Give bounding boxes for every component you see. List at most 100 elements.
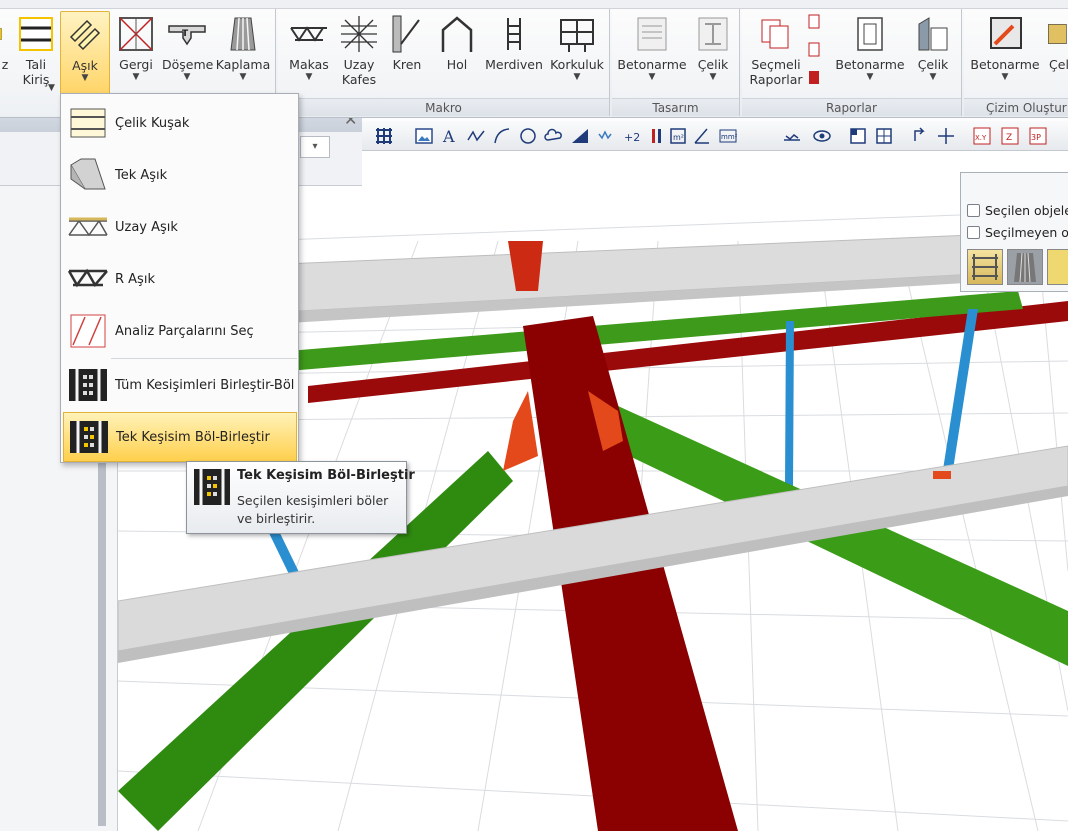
menu-item-celik-kusak[interactable]: Çelik Kuşak bbox=[63, 98, 297, 148]
merge-single-icon bbox=[194, 469, 230, 505]
ribbon-label: Kren bbox=[392, 57, 422, 72]
cladding-filter-icon bbox=[1014, 252, 1036, 283]
group-makro: Makas ▼ Uzay Kafes Kren Hol Merdiven Kor… bbox=[278, 9, 610, 116]
svg-text:+2: +2 bbox=[624, 131, 640, 144]
report-pdf-icon[interactable] bbox=[806, 69, 824, 87]
svg-text:m²: m² bbox=[673, 133, 684, 142]
purlin-icon bbox=[69, 19, 101, 51]
ribbon-button-celik-drawing[interactable]: Çel bbox=[1044, 11, 1068, 97]
layout-icon[interactable] bbox=[874, 126, 894, 146]
secondary-beam-icon bbox=[19, 17, 53, 51]
ribbon-label-2: Kafes bbox=[341, 72, 377, 87]
report-add-icon[interactable] bbox=[806, 13, 824, 31]
move-icon[interactable] bbox=[936, 126, 956, 146]
hall-icon bbox=[441, 16, 473, 52]
combo-dropdown[interactable]: ▾ bbox=[300, 136, 330, 158]
ribbon-button-betonarme-design[interactable]: Betonarme ▼ bbox=[616, 11, 688, 97]
image-icon[interactable] bbox=[414, 126, 434, 146]
polyline-icon[interactable] bbox=[466, 126, 486, 146]
mm2-icon[interactable]: mm² bbox=[718, 126, 738, 146]
ribbon-button-kren[interactable]: Kren bbox=[384, 11, 430, 97]
chevron-down-icon: ▼ bbox=[81, 73, 89, 83]
ribbon-button-kaplama[interactable]: Kaplama ▼ bbox=[214, 11, 272, 97]
ribbon-button-tali-kiris[interactable]: Tali Kiriş ▼ bbox=[14, 11, 58, 97]
selected-reports-icon bbox=[761, 19, 789, 49]
filter-extra-button[interactable] bbox=[1047, 249, 1068, 285]
chevron-down-icon: ▼ bbox=[183, 72, 191, 82]
ribbon-label: Çel bbox=[1049, 57, 1068, 72]
concrete-report-icon bbox=[857, 17, 883, 51]
ribbon-button-hol[interactable]: Hol bbox=[432, 11, 482, 97]
menu-item-analiz-parcalari[interactable]: Analiz Parçalarını Seç bbox=[63, 306, 297, 356]
ribbon-button-celik-report[interactable]: Çelik ▼ bbox=[908, 11, 958, 97]
level-icon[interactable] bbox=[648, 126, 668, 146]
ribbon-button-uzay-kafes[interactable]: Uzay Kafes bbox=[336, 11, 382, 97]
hatch-icon[interactable] bbox=[570, 126, 590, 146]
window-icon[interactable] bbox=[848, 126, 868, 146]
menu-item-r-asik[interactable]: R Aşık bbox=[63, 254, 297, 304]
concrete-design-icon bbox=[637, 17, 667, 51]
cladding-icon bbox=[230, 17, 256, 51]
menu-item-label: R Aşık bbox=[115, 271, 155, 287]
ribbon-button-doseme[interactable]: T Döşeme ▼ bbox=[162, 11, 213, 97]
menu-item-tek-kesisim[interactable]: Tek Keşisim Böl-Birleştir bbox=[63, 412, 297, 462]
cloud-icon[interactable] bbox=[544, 126, 564, 146]
dimension-icon[interactable]: +2 bbox=[622, 126, 642, 146]
ribbon-label: Çelik bbox=[697, 57, 729, 72]
filter-cladding-button[interactable] bbox=[1007, 249, 1043, 285]
checkbox-label: Seçilen objeler bbox=[985, 203, 1068, 218]
axis-3p-icon[interactable]: 3P bbox=[1028, 126, 1048, 146]
ribbon-button-korkuluk[interactable]: Korkuluk ▼ bbox=[546, 11, 608, 97]
checkbox[interactable] bbox=[967, 204, 980, 217]
angle-icon[interactable] bbox=[692, 126, 712, 146]
space-frame-icon bbox=[341, 16, 377, 52]
menu-item-label: Tek Keşisim Böl-Birleştir bbox=[116, 429, 270, 445]
ribbon-button-secmeli-raporlar[interactable]: Seçmeli Raporlar bbox=[746, 11, 806, 97]
circle-icon[interactable] bbox=[518, 126, 538, 146]
group-raporlar: Seçmeli Raporlar Betonarme ▼ Çelik ▼ Rap… bbox=[742, 9, 962, 116]
rotate-icon[interactable] bbox=[910, 126, 930, 146]
chevron-down-icon: ▼ bbox=[132, 72, 140, 82]
ribbon-button-asik[interactable]: Aşık ▼ bbox=[60, 11, 110, 97]
tooltip-description: Seçilen kesişimleri böler ve birleştirir… bbox=[237, 493, 389, 526]
arc-icon[interactable] bbox=[492, 126, 512, 146]
menu-item-label: Tek Aşık bbox=[115, 167, 168, 183]
ribbon-button-gergi[interactable]: Gergi ▼ bbox=[112, 11, 160, 97]
chevron-down-icon: ▼ bbox=[648, 72, 656, 82]
report-copy-icon[interactable] bbox=[806, 41, 824, 59]
ribbon-button-celik-design[interactable]: Çelik ▼ bbox=[690, 11, 736, 97]
ribbon-button-merdiven[interactable]: Merdiven bbox=[482, 11, 546, 97]
base-plate bbox=[933, 471, 951, 479]
chevron-down-icon: ▼ bbox=[573, 72, 581, 82]
ribbon-button-betonarme-report[interactable]: Betonarme ▼ bbox=[834, 11, 906, 97]
ribbon-button-makas[interactable]: Makas ▼ bbox=[282, 11, 336, 97]
tooltip: Tek Keşisim Böl-Birleştir Seçilen kesişi… bbox=[186, 461, 415, 534]
grid-icon[interactable] bbox=[374, 126, 394, 146]
checkbox-unselected-objects[interactable]: Seçilmeyen ob bbox=[967, 225, 1068, 240]
menu-item-uzay-asik[interactable]: Uzay Aşık bbox=[63, 202, 297, 252]
crane-icon bbox=[392, 15, 420, 53]
filter-purlin-button[interactable] bbox=[967, 249, 1003, 285]
axis-z-icon[interactable]: Z bbox=[1000, 126, 1020, 146]
terrain-icon[interactable] bbox=[782, 126, 802, 146]
steel-design-icon bbox=[698, 17, 728, 51]
ribbon-label: Tali bbox=[25, 57, 47, 72]
chevron-down-icon: ▼ bbox=[929, 72, 937, 82]
svg-text:mm²: mm² bbox=[721, 133, 738, 141]
ribbon-button-betonarme-drawing[interactable]: Betonarme ▼ bbox=[968, 11, 1042, 97]
menu-item-tek-asik[interactable]: Tek Aşık bbox=[63, 150, 297, 200]
menu-item-tum-kesisimleri[interactable]: Tüm Kesişimleri Birleştir-Böl bbox=[63, 360, 297, 410]
ribbon-button-z[interactable]: z bbox=[0, 11, 12, 97]
eye-icon[interactable] bbox=[812, 126, 832, 146]
text-icon[interactable]: A bbox=[440, 126, 460, 146]
points-icon[interactable] bbox=[596, 126, 616, 146]
single-purlin-icon bbox=[70, 158, 106, 190]
svg-text:A: A bbox=[442, 127, 455, 146]
group-title-makro: Makro bbox=[278, 98, 609, 116]
ribbon-label: Merdiven bbox=[485, 57, 543, 72]
checkbox-selected-objects[interactable]: Seçilen objeler bbox=[967, 203, 1068, 218]
checkbox[interactable] bbox=[967, 226, 980, 239]
axis-xy-icon[interactable]: X.Y bbox=[972, 126, 992, 146]
ribbon-label: Hol bbox=[446, 57, 468, 72]
area-icon[interactable]: m² bbox=[668, 126, 688, 146]
